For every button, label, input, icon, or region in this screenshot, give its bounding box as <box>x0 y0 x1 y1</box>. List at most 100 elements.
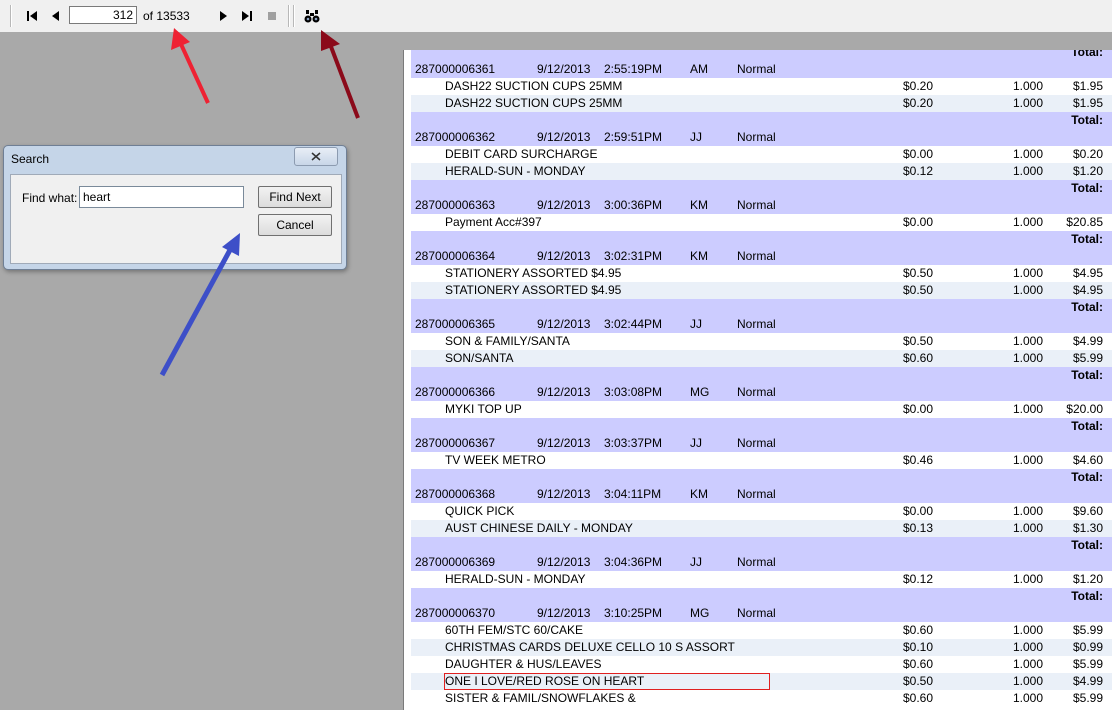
find-what-input[interactable] <box>79 186 244 208</box>
transaction-date: 9/12/2013 <box>537 385 591 399</box>
find-what-label: Find what: <box>22 191 78 205</box>
line-item-row: ONE I LOVE/RED ROSE ON HEART $0.50 1.000 $4… <box>411 673 1112 690</box>
stop-button[interactable] <box>264 8 280 24</box>
line-item-row: MYKI TOP UP $0.00 1.000 $20.00 <box>411 401 1112 418</box>
transaction-id: 287000006361 <box>415 62 496 76</box>
total-row: Total: <box>411 299 1112 316</box>
line-item-row: HERALD-SUN - MONDAY $0.12 1.000 $1.20 <box>411 571 1112 588</box>
prev-page-button[interactable] <box>48 8 64 24</box>
item-amount: $4.95 <box>1072 283 1103 297</box>
transaction-status: Normal <box>737 555 776 569</box>
find-button[interactable] <box>303 8 321 24</box>
transaction-id: 287000006368 <box>415 487 496 501</box>
transaction-header-row: 287000006369 9/12/2013 3:04:36PM JJ Normal <box>411 554 1112 571</box>
transaction-date: 9/12/2013 <box>537 436 591 450</box>
transaction-time: 3:10:25PM <box>604 606 663 620</box>
page-number-input[interactable] <box>69 6 137 24</box>
line-item-row: CHRISTMAS CARDS DELUXE CELLO 10 S ASSORT… <box>411 639 1112 656</box>
transaction-header-row: 287000006364 9/12/2013 3:02:31PM KM Normal <box>411 248 1112 265</box>
total-row: Total: <box>411 418 1112 435</box>
stop-icon <box>268 12 276 20</box>
transaction-time: 3:02:31PM <box>604 249 663 263</box>
transaction-user: MG <box>690 606 710 620</box>
line-item-row: SON/SANTA $0.60 1.000 $5.99 <box>411 350 1112 367</box>
line-item-row: STATIONERY ASSORTED $4.95 $0.50 1.000 $4.95 <box>411 282 1112 299</box>
transaction-date: 9/12/2013 <box>537 606 591 620</box>
total-row: Total: <box>411 469 1112 486</box>
transaction-id: 287000006362 <box>415 130 496 144</box>
line-item-row: Payment Acc#397 $0.00 1.000 $20.85 <box>411 214 1112 231</box>
transaction-date: 9/12/2013 <box>537 198 591 212</box>
total-row: Total: <box>411 180 1112 197</box>
transaction-user: MG <box>690 385 710 399</box>
total-label: Total: <box>1071 589 1103 603</box>
item-description: HERALD-SUN - MONDAY <box>445 164 586 178</box>
total-label: Total: <box>1071 368 1103 382</box>
item-price: $0.60 <box>902 623 933 637</box>
transaction-user: JJ <box>690 436 702 450</box>
first-page-button[interactable] <box>24 8 40 24</box>
item-price: $0.60 <box>902 657 933 671</box>
item-description: MYKI TOP UP <box>445 402 522 416</box>
total-label: Total: <box>1071 181 1103 195</box>
item-amount: $1.95 <box>1072 96 1103 110</box>
item-price: $0.60 <box>902 351 933 365</box>
line-item-row: SISTER & FAMIL/SNOWFLAKES & $0.60 1.000 $5.… <box>411 690 1112 707</box>
search-dialog: Search Find what: Find Next Cancel <box>3 145 347 270</box>
transaction-time: 3:02:44PM <box>604 317 663 331</box>
item-amount: $5.99 <box>1072 657 1103 671</box>
item-description: 60TH FEM/STC 60/CAKE <box>445 623 584 637</box>
transaction-time: 2:55:19PM <box>604 62 663 76</box>
transaction-id: 287000006367 <box>415 436 496 450</box>
line-item-row: QUICK PICK $0.00 1.000 $9.60 <box>411 503 1112 520</box>
total-label: Total: <box>1071 113 1103 127</box>
line-item-row: DAUGHTER & HUS/LEAVES $0.60 1.000 $5.99 <box>411 656 1112 673</box>
item-description: SON/SANTA <box>445 351 514 365</box>
transaction-user: KM <box>690 487 708 501</box>
binoculars-icon <box>304 10 320 23</box>
toolbar-separator <box>293 5 295 27</box>
report-page[interactable]: Total: 287000006361 9/12/2013 2:55:19PM AM No… <box>403 50 1112 710</box>
transaction-time: 3:04:11PM <box>604 487 662 501</box>
item-description: STATIONERY ASSORTED $4.95 <box>445 283 622 297</box>
dialog-body: Find what: Find Next Cancel <box>10 174 342 264</box>
item-price: $0.50 <box>902 283 933 297</box>
dialog-close-button[interactable] <box>294 147 338 166</box>
transaction-status: Normal <box>737 317 776 331</box>
item-amount: $5.99 <box>1072 623 1103 637</box>
transaction-user: JJ <box>690 555 702 569</box>
transaction-header-row: 287000006368 9/12/2013 3:04:11PM KM Normal <box>411 486 1112 503</box>
page-total-label: of 13533 <box>143 9 190 23</box>
item-amount: $9.60 <box>1072 504 1103 518</box>
item-description: SISTER & FAMIL/SNOWFLAKES & <box>445 691 636 705</box>
transaction-id: 287000006370 <box>415 606 496 620</box>
line-item-row: DASH22 SUCTION CUPS 25MM $0.20 1.000 $1.95 <box>411 78 1112 95</box>
item-description: STATIONERY ASSORTED $4.95 <box>445 266 622 280</box>
total-label: Total: <box>1071 50 1103 59</box>
item-amount: $1.20 <box>1072 572 1103 586</box>
last-page-button[interactable] <box>239 8 255 24</box>
transaction-status: Normal <box>737 249 776 263</box>
transaction-user: AM <box>690 62 708 76</box>
item-description: TV WEEK METRO <box>445 453 546 467</box>
transaction-date: 9/12/2013 <box>537 555 591 569</box>
transaction-status: Normal <box>737 130 776 144</box>
transaction-header-row: 287000006367 9/12/2013 3:03:37PM JJ Normal <box>411 435 1112 452</box>
line-item-row: DEBIT CARD SURCHARGE $0.00 1.000 $0.20 <box>411 146 1112 163</box>
toolbar-separator <box>10 5 12 27</box>
next-page-button[interactable] <box>215 8 231 24</box>
transaction-date: 9/12/2013 <box>537 249 591 263</box>
find-next-button[interactable]: Find Next <box>258 186 332 208</box>
transaction-user: JJ <box>690 130 702 144</box>
first-page-icon <box>27 11 37 21</box>
transaction-status: Normal <box>737 198 776 212</box>
item-price: $0.50 <box>902 334 933 348</box>
cancel-button[interactable]: Cancel <box>258 214 332 236</box>
item-price: $0.13 <box>902 521 933 535</box>
total-label: Total: <box>1071 300 1103 314</box>
transaction-time: 3:00:36PM <box>604 198 663 212</box>
transaction-date: 9/12/2013 <box>537 487 591 501</box>
viewer-margin <box>0 32 1112 50</box>
dialog-title: Search <box>11 152 50 166</box>
item-amount: $1.30 <box>1072 521 1103 535</box>
